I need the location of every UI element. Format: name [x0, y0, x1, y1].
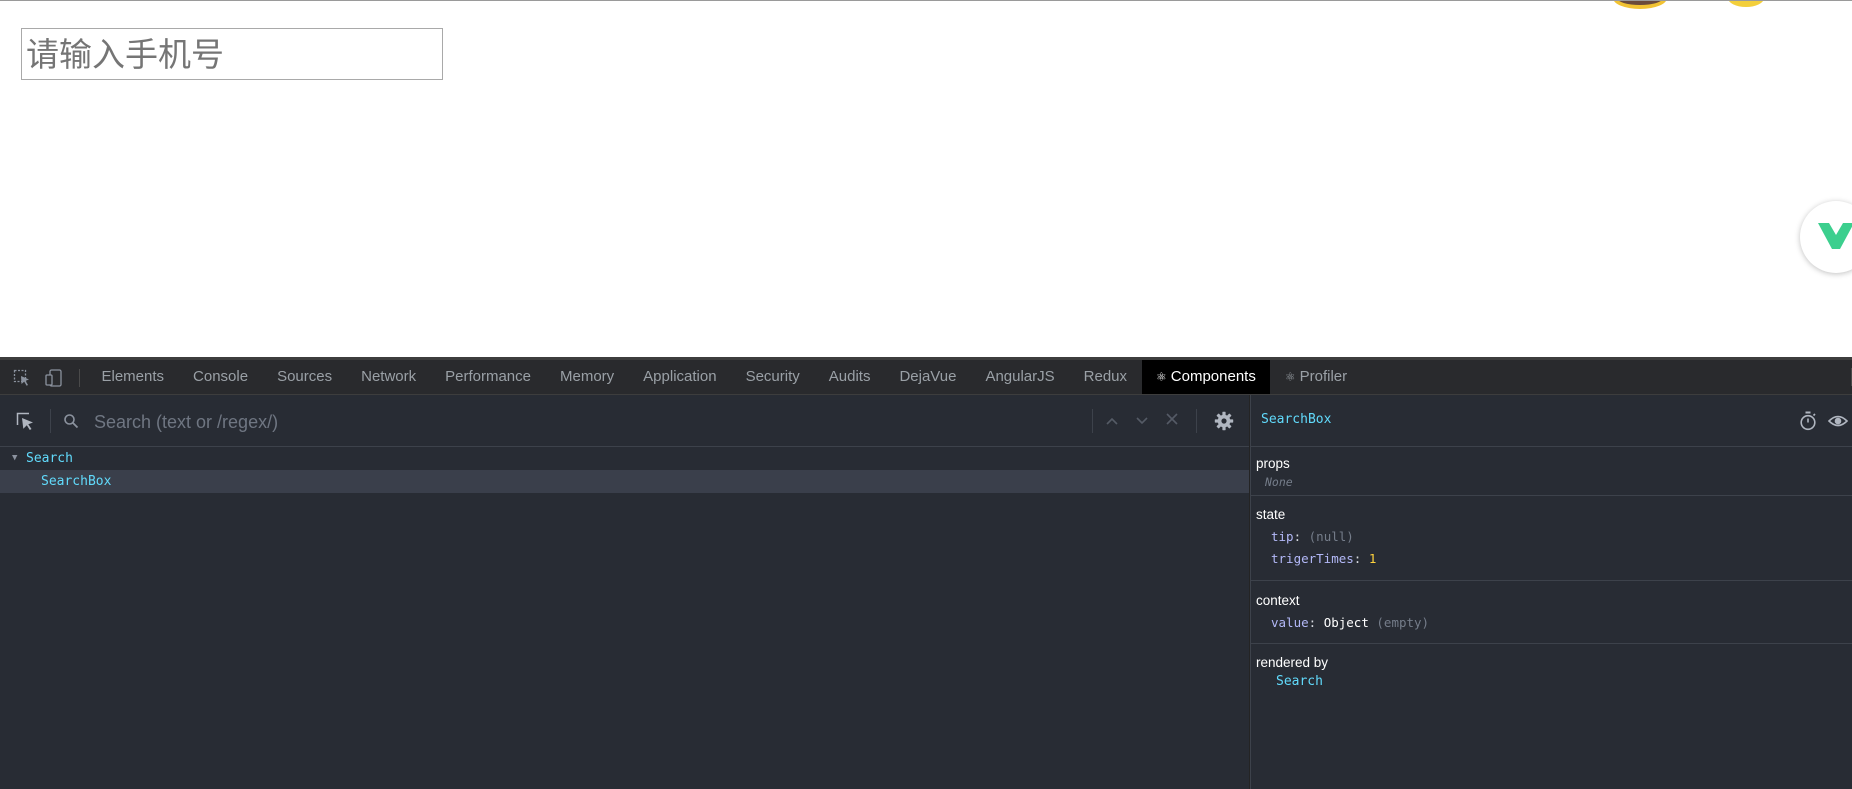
select-component-icon[interactable] [16, 412, 35, 431]
logo-icon [1818, 223, 1852, 249]
decoration-badge-icon [1728, 1, 1764, 7]
tree-node-search[interactable]: ▼ Search [0, 447, 1249, 470]
device-toolbar-icon[interactable] [45, 369, 63, 387]
search-divider [1092, 409, 1093, 433]
tab-profiler[interactable]: ⚛ Profiler [1270, 360, 1361, 394]
selected-component-name: SearchBox [1261, 412, 1332, 427]
web-page-viewport [0, 0, 1852, 357]
state-key: tip [1271, 529, 1294, 544]
colon: : [1308, 615, 1317, 630]
chevron-up-icon [1106, 417, 1118, 425]
component-tree-panel: ▼ Search SearchBox [0, 395, 1249, 789]
devtools-panel: Elements Console Sources Network Perform… [0, 357, 1852, 789]
tab-angularjs[interactable]: AngularJS [971, 360, 1069, 394]
owner-link[interactable]: Search [1276, 674, 1323, 689]
state-entry-trigertimes[interactable]: trigerTimes: 1 [1271, 551, 1376, 566]
state-value: 1 [1368, 551, 1377, 566]
tab-label: Performance [445, 368, 531, 385]
eye-icon[interactable] [1828, 411, 1848, 431]
props-empty-value: None [1265, 475, 1293, 489]
component-tree: ▼ Search SearchBox [0, 447, 1249, 493]
tab-label: AngularJS [985, 368, 1055, 385]
devtools-tabs: Elements Console Sources Network Perform… [87, 360, 1362, 394]
context-note: (empty) [1376, 615, 1430, 630]
state-section: state tip: (null) trigerTimes: 1 [1251, 496, 1852, 581]
tab-components[interactable]: ⚛ Components [1141, 360, 1271, 394]
tab-network[interactable]: Network [347, 360, 431, 394]
component-search-bar [0, 395, 1249, 447]
props-section: props None [1251, 447, 1852, 496]
tab-label: Audits [828, 368, 871, 385]
state-entry-tip[interactable]: tip: (null) [1271, 529, 1354, 544]
previous-result-button[interactable] [1102, 411, 1122, 431]
chevron-down-icon [1136, 417, 1148, 425]
tree-node-searchbox[interactable]: SearchBox [0, 470, 1249, 493]
tab-label: Redux [1083, 368, 1128, 385]
tab-label: Profiler [1299, 368, 1348, 385]
tab-label: Memory [560, 368, 615, 385]
tab-security[interactable]: Security [731, 360, 814, 394]
react-icon: ⚛ [1156, 370, 1167, 384]
tab-label: Console [193, 368, 249, 385]
tab-redux[interactable]: Redux [1069, 360, 1141, 394]
context-type: Object [1323, 615, 1369, 630]
rendered-by-heading: rendered by [1256, 655, 1329, 670]
colon: : [1293, 529, 1302, 544]
context-heading: context [1256, 593, 1300, 608]
search-divider [1196, 409, 1197, 433]
phone-number-input[interactable] [21, 28, 443, 80]
gear-icon[interactable] [1214, 411, 1234, 431]
close-icon [1166, 413, 1178, 425]
tab-memory[interactable]: Memory [546, 360, 629, 394]
state-value: (null) [1308, 529, 1354, 544]
inspect-element-icon[interactable] [13, 369, 31, 387]
tab-application[interactable]: Application [629, 360, 731, 394]
tab-label: Sources [277, 368, 333, 385]
tab-console[interactable]: Console [179, 360, 263, 394]
clear-search-button[interactable] [1162, 411, 1182, 431]
search-divider [50, 409, 51, 433]
tab-audits[interactable]: Audits [814, 360, 885, 394]
tab-label: Components [1170, 368, 1256, 385]
expand-caret-icon[interactable]: ▼ [12, 447, 17, 470]
tab-label: Application [643, 368, 717, 385]
tab-label: Security [745, 368, 800, 385]
state-key: trigerTimes [1271, 551, 1354, 566]
react-icon: ⚛ [1284, 370, 1296, 384]
context-key: value [1271, 615, 1309, 630]
tab-label: Elements [101, 368, 165, 385]
inspector-header: SearchBox [1251, 395, 1852, 447]
tab-elements[interactable]: Elements [87, 360, 179, 394]
tab-label: DejaVue [899, 368, 957, 385]
state-heading: state [1256, 507, 1286, 522]
stopwatch-icon[interactable] [1799, 411, 1817, 431]
devtools-toolbar: Elements Console Sources Network Perform… [0, 360, 1852, 395]
next-result-button[interactable] [1132, 411, 1152, 431]
tab-performance[interactable]: Performance [431, 360, 546, 394]
tab-dejavue[interactable]: DejaVue [885, 360, 971, 394]
context-entry-value[interactable]: value: Object (empty) [1271, 615, 1429, 630]
toolbar-divider [79, 369, 80, 387]
tab-label: Network [361, 368, 417, 385]
props-heading: props [1256, 456, 1290, 471]
component-inspector-panel: SearchBox props None state tip: (null) t… [1250, 395, 1852, 789]
rendered-by-section: rendered by Search [1251, 644, 1852, 704]
colon: : [1353, 551, 1362, 566]
tab-sources[interactable]: Sources [263, 360, 347, 394]
tree-node-label: SearchBox [41, 474, 112, 489]
context-section: context value: Object (empty) [1251, 581, 1852, 644]
floating-logo-button[interactable] [1800, 201, 1852, 273]
tree-node-label: Search [26, 451, 73, 466]
decoration-badge-icon [1613, 1, 1667, 9]
search-icon [64, 414, 79, 429]
component-search-input[interactable] [92, 406, 1086, 438]
